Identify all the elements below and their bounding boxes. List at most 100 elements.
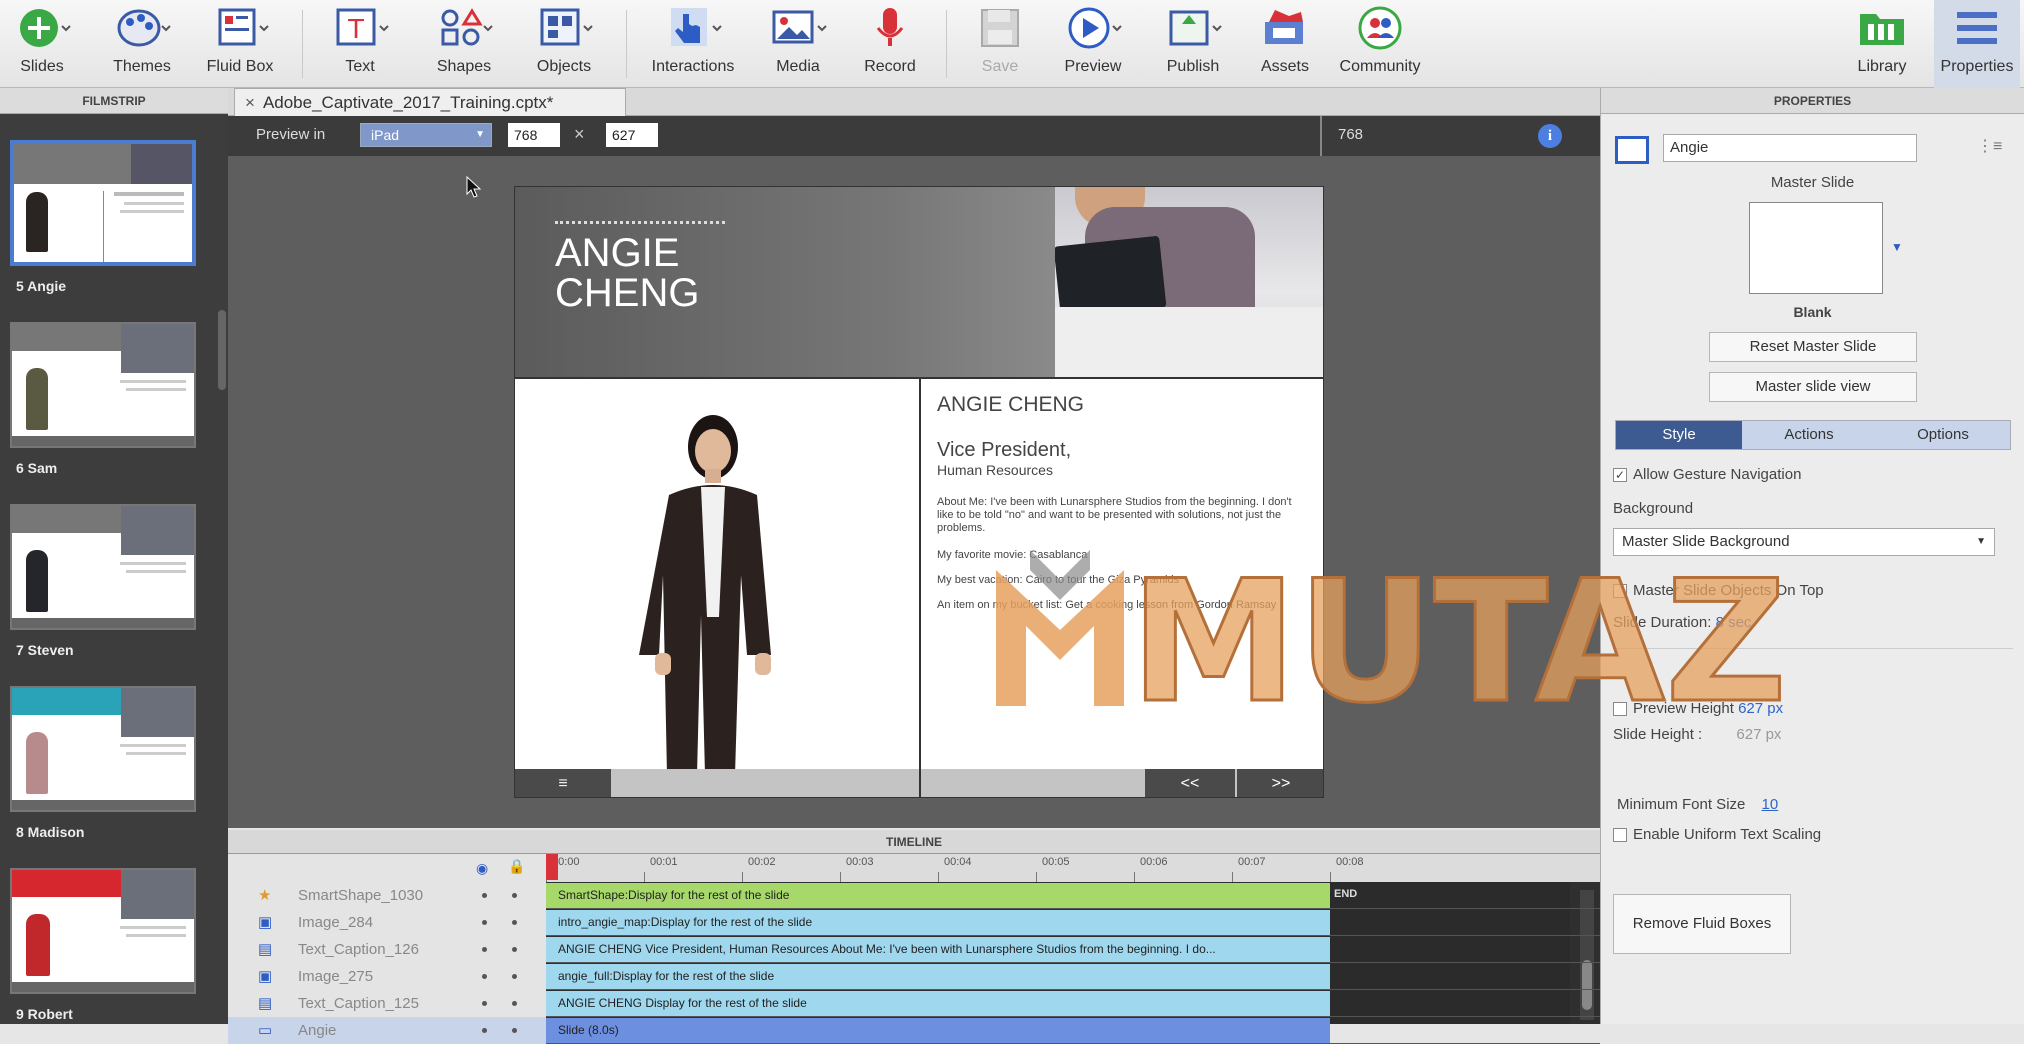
stage-area: ANGIE CHENG ANGIE CHENG Vice President, … <box>228 156 1600 828</box>
prev-slide-button[interactable]: << <box>1145 769 1235 797</box>
timeline-row[interactable]: ★ SmartShape_1030 SmartShape:Display for t… <box>228 882 1600 909</box>
timeline-object-bar[interactable]: SmartShape:Display for the rest of the s… <box>546 883 1330 908</box>
timeline-row[interactable]: ▣ Image_275 angie_full:Display for the res… <box>228 963 1600 990</box>
record-label: Record <box>864 58 916 75</box>
timeline-panel: TIMELINE ◉ 🔒 00:00 00:01 00:02 00:03 00:04 00… <box>228 830 1600 1044</box>
shapes-icon <box>441 8 493 46</box>
uniform-scaling-label: Enable Uniform Text Scaling <box>1633 826 1822 843</box>
timeline-row[interactable]: ▣ Image_284 intro_angie_map:Display for th… <box>228 909 1600 936</box>
timeline-object-bar[interactable]: ANGIE CHENG Display for the rest of the … <box>546 991 1330 1016</box>
timeline-row[interactable]: ▤ Text_Caption_125 ANGIE CHENG Display for… <box>228 990 1600 1017</box>
column-divider <box>919 379 921 797</box>
background-select[interactable]: Master Slide Background ▼ <box>1613 528 1995 556</box>
properties-button[interactable]: Properties <box>1934 0 2020 88</box>
menu-button[interactable]: ≡ <box>515 769 611 797</box>
preview-width-field[interactable]: 768 <box>508 123 560 147</box>
properties-label: Properties <box>1940 58 2014 75</box>
allow-gesture-checkbox[interactable]: ✓ Allow Gesture Navigation <box>1613 466 1801 483</box>
shapes-button[interactable]: Shapes <box>424 0 504 88</box>
visibility-eye-icon[interactable]: ◉ <box>476 860 488 877</box>
timeline-tick-label: 00:06 <box>1140 856 1168 868</box>
timeline-row[interactable]: ▭ Angie Slide (8.0s) <box>228 1017 1600 1044</box>
tab-actions[interactable]: Actions <box>1746 421 1872 449</box>
next-slide-button[interactable]: >> <box>1237 769 1323 797</box>
min-font-label: Minimum Font Size <box>1617 796 1746 813</box>
objects-icon <box>540 8 593 46</box>
tab-style[interactable]: Style <box>1616 421 1742 449</box>
themes-label: Themes <box>113 58 171 75</box>
community-button[interactable]: Community <box>1332 0 1428 88</box>
tab-options[interactable]: Options <box>1878 421 2008 449</box>
close-tab-icon[interactable]: × <box>245 93 255 112</box>
lock-dot-icon[interactable] <box>512 1028 517 1033</box>
filmstrip-slide-thumbnail[interactable] <box>10 140 196 266</box>
slide-canvas[interactable]: ANGIE CHENG ANGIE CHENG Vice President, … <box>514 186 1324 798</box>
panel-menu-icon[interactable]: ⋮≡ <box>1977 136 2002 156</box>
filmstrip-slide-thumbnail[interactable] <box>10 504 196 630</box>
visibility-dot-icon[interactable] <box>482 1001 487 1006</box>
min-font-value[interactable]: 10 <box>1762 796 1779 813</box>
filmstrip-slide-thumbnail[interactable] <box>10 686 196 812</box>
timeline-row[interactable]: ▤ Text_Caption_126 ANGIE CHENG Vice Presid… <box>228 936 1600 963</box>
uniform-scaling-checkbox[interactable]: Enable Uniform Text Scaling <box>1613 826 1821 843</box>
min-font-row: Minimum Font Size 10 <box>1617 796 1778 813</box>
publish-icon <box>1169 10 1222 46</box>
timeline-object-bar[interactable]: intro_angie_map:Display for the rest of … <box>546 910 1330 935</box>
lock-dot-icon[interactable] <box>512 893 517 898</box>
visibility-dot-icon[interactable] <box>482 947 487 952</box>
timeline-row-label: SmartShape_1030 <box>298 887 424 904</box>
document-title: Adobe_Captivate_2017_Training.cptx* <box>262 93 554 112</box>
lock-dot-icon[interactable] <box>512 1001 517 1006</box>
filmstrip-slide-thumbnail[interactable] <box>10 868 196 994</box>
lock-icon[interactable]: 🔒 <box>508 858 525 875</box>
slide-duration-value[interactable]: 8 sec <box>1716 614 1752 631</box>
master-objects-on-top-checkbox[interactable]: Master Slide Objects On Top <box>1613 582 1824 599</box>
master-slide-thumbnail[interactable] <box>1749 202 1883 294</box>
timeline-object-bar[interactable]: ANGIE CHENG Vice President, Human Resour… <box>546 937 1330 962</box>
timeline-tick-mark <box>1232 872 1233 882</box>
preview-height-value[interactable]: 627 px <box>1738 700 1783 717</box>
visibility-dot-icon[interactable] <box>482 1028 487 1033</box>
filmstrip-slide-thumbnail[interactable] <box>10 322 196 448</box>
timeline-ruler[interactable]: 00:00 00:01 00:02 00:03 00:04 00:05 00:06 00:07… <box>546 854 1600 882</box>
timeline-object-bar[interactable]: angie_full:Display for the rest of the s… <box>546 964 1330 989</box>
document-tab[interactable]: × Adobe_Captivate_2017_Training.cptx* <box>234 88 626 116</box>
master-dropdown-icon[interactable]: ▼ <box>1891 240 1903 254</box>
preview-height-checkbox[interactable]: Preview Height 627 px <box>1613 700 1783 717</box>
lock-dot-icon[interactable] <box>512 974 517 979</box>
visibility-dot-icon[interactable] <box>482 893 487 898</box>
info-icon[interactable]: i <box>1538 124 1562 148</box>
office-photo <box>1055 187 1323 377</box>
lock-dot-icon[interactable] <box>512 947 517 952</box>
assets-button[interactable]: Assets <box>1244 0 1326 88</box>
interactions-button[interactable]: Interactions <box>644 0 742 88</box>
timeline-object-bar[interactable]: Slide (8.0s) <box>546 1018 1330 1043</box>
fluid-box-button[interactable]: Fluid Box <box>198 0 282 88</box>
mouse-cursor-icon <box>466 176 482 198</box>
remove-fluid-boxes-button[interactable]: Remove Fluid Boxes <box>1613 894 1791 954</box>
filmstrip-scrollbar[interactable] <box>218 310 226 390</box>
save-button[interactable]: Save <box>960 0 1040 88</box>
text-button[interactable]: T Text <box>320 0 400 88</box>
slides-button[interactable]: Slides <box>4 0 80 88</box>
library-button[interactable]: Library <box>1844 0 1920 88</box>
device-select[interactable]: iPad ▼ <box>360 123 492 147</box>
preview-button[interactable]: Preview <box>1050 0 1136 88</box>
master-slide-view-button[interactable]: Master slide view <box>1709 372 1917 402</box>
reset-master-slide-button[interactable]: Reset Master Slide <box>1709 332 1917 362</box>
slide-name-field[interactable]: Angie <box>1663 134 1917 162</box>
objects-button[interactable]: Objects <box>524 0 604 88</box>
preview-height-field[interactable]: 627 <box>606 123 658 147</box>
publish-button[interactable]: Publish <box>1150 0 1236 88</box>
breakpoint-marker[interactable] <box>1320 116 1322 156</box>
visibility-dot-icon[interactable] <box>482 920 487 925</box>
timeline-tick-mark <box>840 872 841 882</box>
visibility-dot-icon[interactable] <box>482 974 487 979</box>
themes-button[interactable]: Themes <box>100 0 184 88</box>
media-button[interactable]: Media <box>758 0 838 88</box>
toolbar-divider <box>626 10 627 78</box>
lock-dot-icon[interactable] <box>512 920 517 925</box>
timeline-tick-label: 00:03 <box>846 856 874 868</box>
record-button[interactable]: Record <box>850 0 930 88</box>
playhead[interactable] <box>546 854 558 880</box>
